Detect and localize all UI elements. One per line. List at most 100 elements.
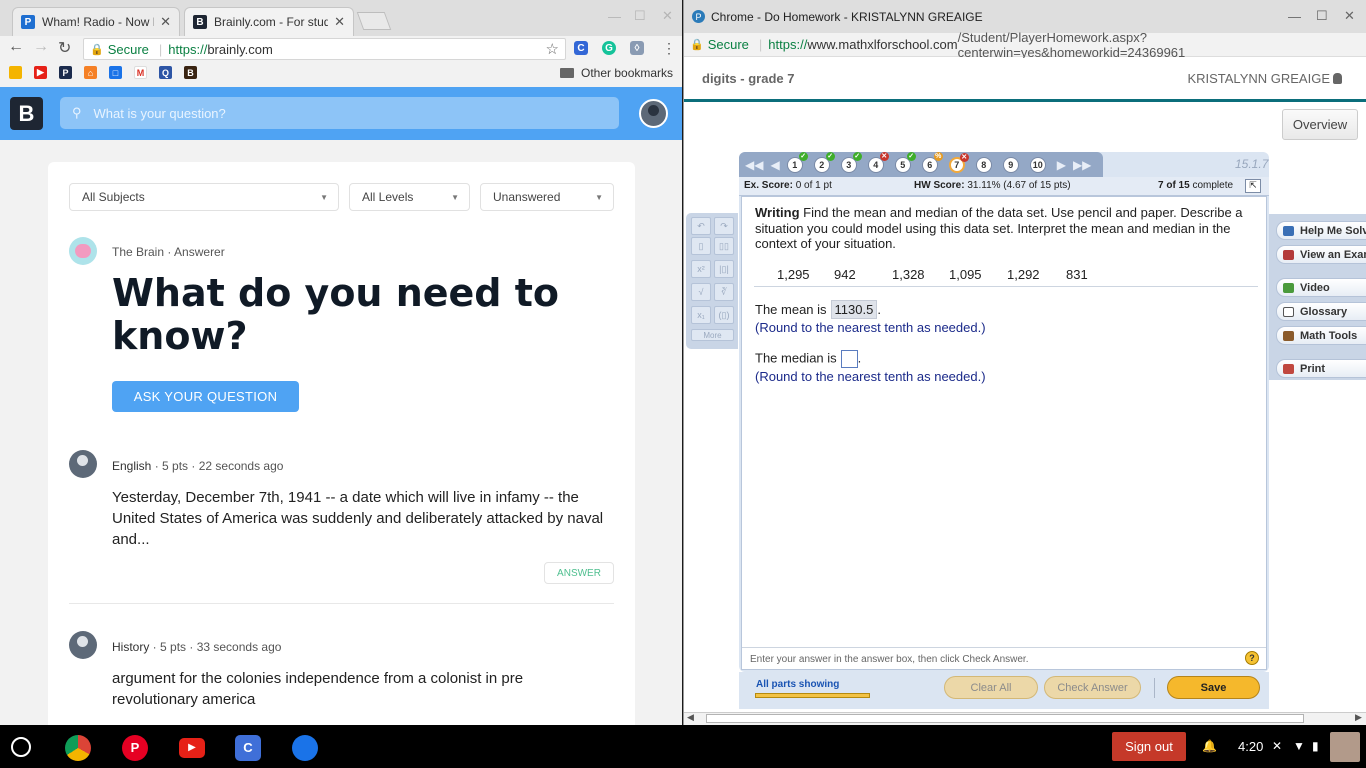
print-button[interactable]: Print xyxy=(1276,359,1366,378)
tab-brainly[interactable]: B Brainly.com - For studen ✕ xyxy=(184,7,354,36)
hw-score-value: 31.11% (4.67 of 15 pts) xyxy=(967,180,1071,191)
question-1-button[interactable]: 1 ✓ xyxy=(786,151,808,173)
question-10-button[interactable]: 10 xyxy=(1029,156,1046,173)
maximize-icon[interactable]: ☐ xyxy=(1316,8,1328,24)
chrome-app-icon[interactable] xyxy=(65,735,91,761)
question-text[interactable]: argument for the colonies independence f… xyxy=(112,668,612,710)
subject-filter-label: All Subjects xyxy=(82,190,145,204)
undo-icon[interactable]: ↶ xyxy=(691,217,711,235)
help-me-solve-button[interactable]: Help Me Solve xyxy=(1276,221,1366,240)
back-icon[interactable]: ← xyxy=(8,38,24,56)
previous-question-icon[interactable]: ◀ xyxy=(770,158,779,172)
minimize-icon[interactable]: — xyxy=(608,9,621,24)
files-app-icon[interactable] xyxy=(292,735,318,761)
question-9-button[interactable]: 9 xyxy=(1002,156,1019,173)
question-8-button[interactable]: 8 xyxy=(975,156,992,173)
subscript-icon[interactable]: x₁ xyxy=(691,306,711,324)
all-parts-showing[interactable]: All parts showing xyxy=(756,679,839,690)
close-window-icon[interactable]: ✕ xyxy=(662,8,673,24)
user-avatar[interactable] xyxy=(1330,732,1360,762)
profile-avatar[interactable] xyxy=(639,99,668,128)
check-answer-button[interactable]: Check Answer xyxy=(1044,676,1141,699)
scroll-right-icon[interactable]: ▶ xyxy=(1355,712,1362,723)
brainly-logo[interactable]: B xyxy=(10,97,43,130)
bookmark-orange-icon[interactable]: ⌂ xyxy=(84,66,97,79)
question-5-button[interactable]: 5 ✓ xyxy=(894,151,916,173)
question-4-button[interactable]: 4 ✕ xyxy=(867,151,889,173)
bookmark-b-icon[interactable]: B xyxy=(184,66,197,79)
overview-button[interactable]: Overview xyxy=(1282,109,1358,140)
sqrt-icon[interactable]: √ xyxy=(691,283,711,301)
address-bar[interactable]: 🔒 Secure | https://www.mathxlforschool.c… xyxy=(684,30,1366,60)
clear-all-button[interactable]: Clear All xyxy=(944,676,1038,699)
scroll-left-icon[interactable]: ◀ xyxy=(687,712,694,723)
pinterest-app-icon[interactable]: P xyxy=(122,735,148,761)
sign-out-button[interactable]: Sign out xyxy=(1112,732,1186,761)
bookmark-youtube-icon[interactable]: ▶ xyxy=(34,66,47,79)
view-example-button[interactable]: View an Example xyxy=(1276,245,1366,264)
youtube-app-icon[interactable]: ▶ xyxy=(179,738,205,758)
bookmark-gmail-icon[interactable]: M xyxy=(134,66,147,79)
close-window-icon[interactable]: ✕ xyxy=(1344,8,1355,24)
more-tools-button[interactable]: More xyxy=(691,329,734,341)
subject-filter-dropdown[interactable]: All Subjects ▼ xyxy=(69,183,339,211)
answer-button[interactable]: ANSWER xyxy=(544,562,614,584)
reload-icon[interactable]: ↻ xyxy=(58,38,71,58)
launcher-icon[interactable] xyxy=(11,737,31,757)
median-answer-box[interactable] xyxy=(840,350,858,368)
bookmark-star-icon[interactable]: ☆ xyxy=(546,40,559,58)
nth-root-icon[interactable]: ∛ xyxy=(714,283,734,301)
mean-answer-box[interactable]: 1130.5 xyxy=(830,300,878,319)
question-7-button[interactable]: 7 ✕ xyxy=(948,152,969,173)
glossary-button[interactable]: Glossary xyxy=(1276,302,1366,321)
minimize-icon[interactable]: — xyxy=(1288,9,1301,24)
ask-question-button[interactable]: ASK YOUR QUESTION xyxy=(112,381,299,412)
classroom-c-app-icon[interactable]: C xyxy=(235,735,261,761)
question-2-button[interactable]: 2 ✓ xyxy=(813,151,835,173)
question-search-input[interactable]: ⚲ What is your question? xyxy=(60,97,619,129)
math-tools-button[interactable]: Math Tools xyxy=(1276,326,1366,345)
scroll-thumb[interactable] xyxy=(706,714,1304,723)
question-subject[interactable]: English xyxy=(112,459,151,473)
shield-extension-icon[interactable]: ◊ xyxy=(630,41,644,55)
level-filter-dropdown[interactable]: All Levels ▼ xyxy=(349,183,470,211)
video-button[interactable]: Video xyxy=(1276,278,1366,297)
popout-icon[interactable]: ⇱ xyxy=(1245,179,1261,193)
menu-dots-icon[interactable]: ⋮ xyxy=(662,40,676,57)
last-question-icon[interactable]: ▶▶ xyxy=(1073,158,1091,172)
close-tab-icon[interactable]: ✕ xyxy=(334,14,345,30)
mute-icon[interactable]: ✕ xyxy=(1272,739,1282,753)
address-bar[interactable]: 🔒 Secure | https://brainly.com ☆ xyxy=(83,38,566,60)
forward-icon[interactable]: → xyxy=(33,38,49,56)
other-bookmarks[interactable]: Other bookmarks xyxy=(560,66,673,80)
grammarly-icon[interactable]: G xyxy=(602,41,616,55)
close-tab-icon[interactable]: ✕ xyxy=(160,14,171,30)
parentheses-icon[interactable]: (▯) xyxy=(714,306,734,324)
brain-avatar-icon xyxy=(69,237,97,265)
question-6-button[interactable]: 6% xyxy=(921,151,943,173)
bookmark-quizlet-icon[interactable]: Q xyxy=(159,66,172,79)
battery-icon[interactable]: ▮ xyxy=(1312,739,1319,753)
exponent-icon[interactable]: x² xyxy=(691,260,711,278)
question-subject[interactable]: History xyxy=(112,640,149,654)
first-question-icon[interactable]: ◀◀ xyxy=(745,158,763,172)
status-filter-dropdown[interactable]: Unanswered ▼ xyxy=(480,183,614,211)
clock[interactable]: 4:20 xyxy=(1238,739,1263,754)
mixed-number-icon[interactable]: ▯▯ xyxy=(714,237,734,255)
save-button[interactable]: Save xyxy=(1167,676,1260,699)
tab-wham-radio[interactable]: P Wham! Radio - Now Pla ✕ xyxy=(12,7,180,36)
wifi-icon[interactable]: ▼ xyxy=(1293,739,1305,753)
bookmark-drive-icon[interactable] xyxy=(9,66,22,79)
notification-bell-icon[interactable]: 🔔 xyxy=(1202,739,1217,753)
redo-icon[interactable]: ↷ xyxy=(714,217,734,235)
extension-c-icon[interactable]: C xyxy=(574,41,588,55)
absolute-value-icon[interactable]: |▯| xyxy=(714,260,734,278)
fraction-icon[interactable]: ▯ xyxy=(691,237,711,255)
bookmark-blue-icon[interactable]: □ xyxy=(109,66,122,79)
question-text[interactable]: Yesterday, December 7th, 1941 -- a date … xyxy=(112,487,612,550)
help-icon[interactable]: ? xyxy=(1245,651,1259,665)
bookmark-p-icon[interactable]: P xyxy=(59,66,72,79)
question-3-button[interactable]: 3 ✓ xyxy=(840,151,862,173)
maximize-icon[interactable]: ☐ xyxy=(634,8,646,24)
next-question-icon[interactable]: ▶ xyxy=(1057,158,1066,172)
